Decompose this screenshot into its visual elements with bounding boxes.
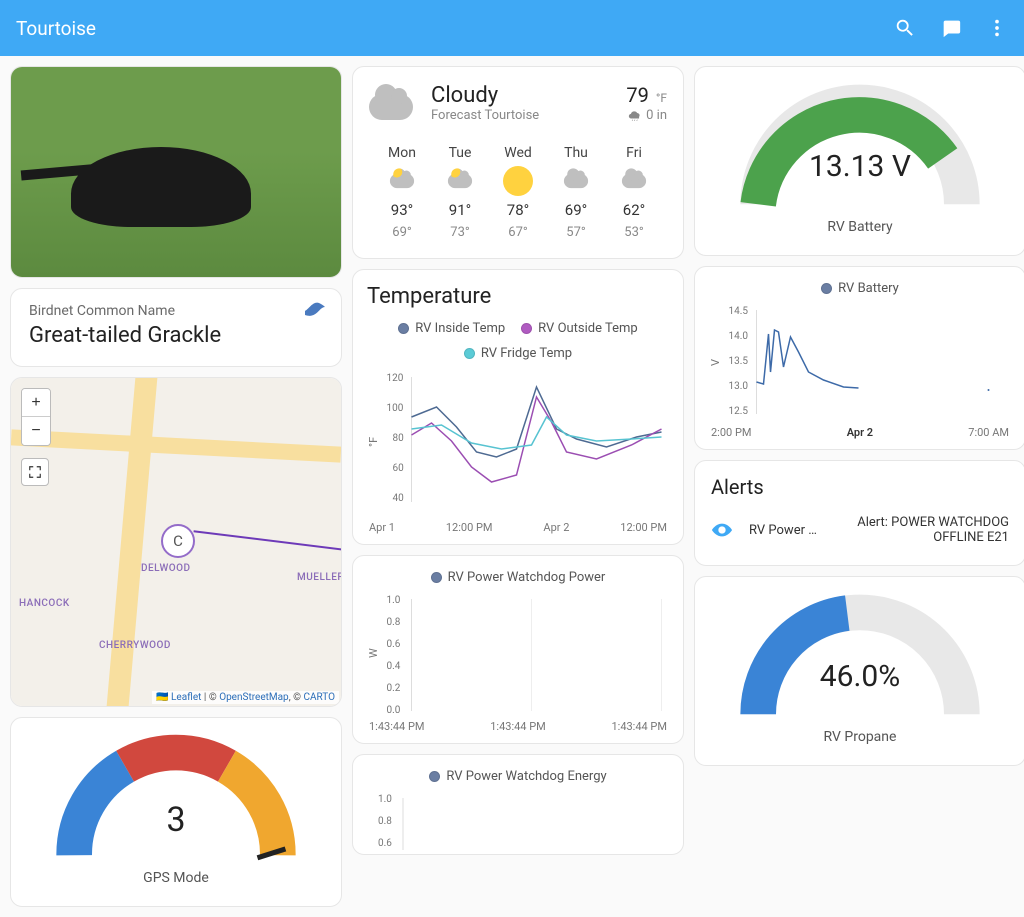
weather-condition-icon [369, 83, 417, 131]
map-neighborhood: CHERRYWOOD [99, 640, 171, 651]
forecast-day: Fri62°53° [605, 145, 663, 240]
messages-icon[interactable] [940, 17, 962, 39]
svg-text:13.5: 13.5 [729, 356, 749, 367]
battery-gauge-card[interactable]: 13.13 V RV Battery [694, 66, 1024, 256]
map-neighborhood: DELWOOD [141, 563, 191, 574]
bird-image-card[interactable] [10, 66, 342, 278]
gps-gauge-label: GPS Mode [21, 870, 331, 886]
svg-text:1.0: 1.0 [387, 595, 401, 606]
birdnet-card[interactable]: Birdnet Common Name Great-tailed Grackle [10, 288, 342, 367]
propane-gauge: 46.0% [730, 587, 990, 727]
battery-gauge-label: RV Battery [705, 219, 1015, 235]
svg-text:120: 120 [387, 373, 404, 384]
birdnet-name: Great-tailed Grackle [29, 323, 323, 348]
more-icon[interactable] [986, 17, 1008, 39]
energy-chart-card[interactable]: RV Power Watchdog Energy 1.0 0.8 0.6 [352, 754, 684, 855]
weather-temp: 79 [626, 83, 648, 107]
svg-text:14.5: 14.5 [729, 306, 749, 317]
forecast-row: Mon93°69°Tue91°73°Wed78°67°Thu69°57°Fri6… [369, 145, 667, 240]
alert-name: RV Power … [749, 523, 834, 538]
eye-icon [711, 519, 733, 541]
svg-text:60: 60 [393, 463, 405, 474]
gps-gauge: 3 [46, 728, 306, 868]
propane-gauge-label: RV Propane [705, 729, 1015, 745]
map-neighborhood: HANCOCK [19, 598, 70, 609]
power-chart-card[interactable]: RV Power Watchdog Power W 1.0 0.8 0.6 0.… [352, 555, 684, 744]
battery-chart-card[interactable]: RV Battery V 14.5 14.0 13.5 13.0 12.5 [694, 266, 1024, 450]
zoom-out-button[interactable]: − [22, 417, 50, 445]
svg-text:13.0: 13.0 [729, 381, 749, 392]
propane-gauge-card[interactable]: 46.0% RV Propane [694, 576, 1024, 766]
svg-text:80: 80 [393, 433, 405, 444]
alert-message: Alert: POWER WATCHDOG OFFLINE E21 [850, 515, 1009, 545]
app-header: Tourtoise [0, 0, 1024, 56]
alerts-title: Alerts [711, 475, 1009, 499]
bird-image [11, 67, 341, 277]
svg-text:1.0: 1.0 [378, 794, 392, 805]
forecast-day: Thu69°57° [547, 145, 605, 240]
weather-subtitle: Forecast Tourtoise [431, 108, 539, 123]
svg-text:0.6: 0.6 [387, 639, 401, 650]
temperature-chart: 120 100 80 60 40 [384, 367, 669, 517]
gps-gauge-value: 3 [46, 800, 306, 840]
svg-text:0.2: 0.2 [387, 683, 401, 694]
app-title: Tourtoise [16, 17, 894, 40]
alert-item[interactable]: RV Power … Alert: POWER WATCHDOG OFFLINE… [711, 515, 1009, 545]
map-zoom-controls: + − [21, 388, 51, 446]
weather-precip: 0 in [646, 108, 667, 123]
temperature-chart-title: Temperature [367, 284, 669, 309]
svg-text:0.0: 0.0 [387, 705, 401, 716]
carto-link[interactable]: CARTO [303, 692, 335, 703]
svg-text:12.5: 12.5 [729, 406, 749, 417]
forecast-day: Wed78°67° [489, 145, 547, 240]
power-chart: 1.0 0.8 0.6 0.4 0.2 0.0 [384, 591, 669, 716]
weather-condition: Cloudy [431, 83, 539, 108]
leaflet-link[interactable]: Leaflet [171, 692, 201, 703]
zoom-in-button[interactable]: + [22, 389, 50, 417]
svg-text:14.0: 14.0 [729, 331, 749, 342]
birdnet-label: Birdnet Common Name [29, 303, 323, 319]
forecast-day: Mon93°69° [373, 145, 431, 240]
svg-text:100: 100 [387, 403, 404, 414]
map-attribution: 🇺🇦 Leaflet | © OpenStreetMap, © CARTO [152, 691, 339, 704]
map-neighborhood: MUELLER [297, 572, 342, 583]
svg-text:0.8: 0.8 [387, 617, 401, 628]
search-icon[interactable] [894, 17, 916, 39]
forecast-day: Tue91°73° [431, 145, 489, 240]
energy-chart: 1.0 0.8 0.6 [367, 790, 669, 850]
osm-link[interactable]: OpenStreetMap [219, 692, 289, 703]
svg-text:0.4: 0.4 [387, 661, 401, 672]
gps-gauge-card[interactable]: 3 GPS Mode [10, 717, 342, 907]
map-marker[interactable]: C [161, 524, 195, 558]
alerts-card[interactable]: Alerts RV Power … Alert: POWER WATCHDOG … [694, 460, 1024, 566]
battery-gauge: 13.13 V [730, 77, 990, 217]
propane-gauge-value: 46.0% [730, 659, 990, 694]
svg-text:0.8: 0.8 [378, 816, 392, 827]
temperature-chart-card[interactable]: Temperature RV Inside Temp RV Outside Te… [352, 269, 684, 545]
map-card[interactable]: DELWOOD HANCOCK CHERRYWOOD MUELLER C + −… [10, 377, 342, 707]
svg-text:0.6: 0.6 [378, 838, 392, 849]
fullscreen-button[interactable] [21, 458, 49, 486]
battery-gauge-value: 13.13 V [730, 149, 990, 184]
svg-text:40: 40 [393, 493, 405, 504]
weather-temp-unit: °F [656, 91, 667, 105]
weather-card[interactable]: Cloudy Forecast Tourtoise 79 °F 0 in Mon… [352, 66, 684, 259]
bird-icon [303, 299, 327, 323]
battery-chart: 14.5 14.0 13.5 13.0 12.5 [726, 302, 1011, 422]
